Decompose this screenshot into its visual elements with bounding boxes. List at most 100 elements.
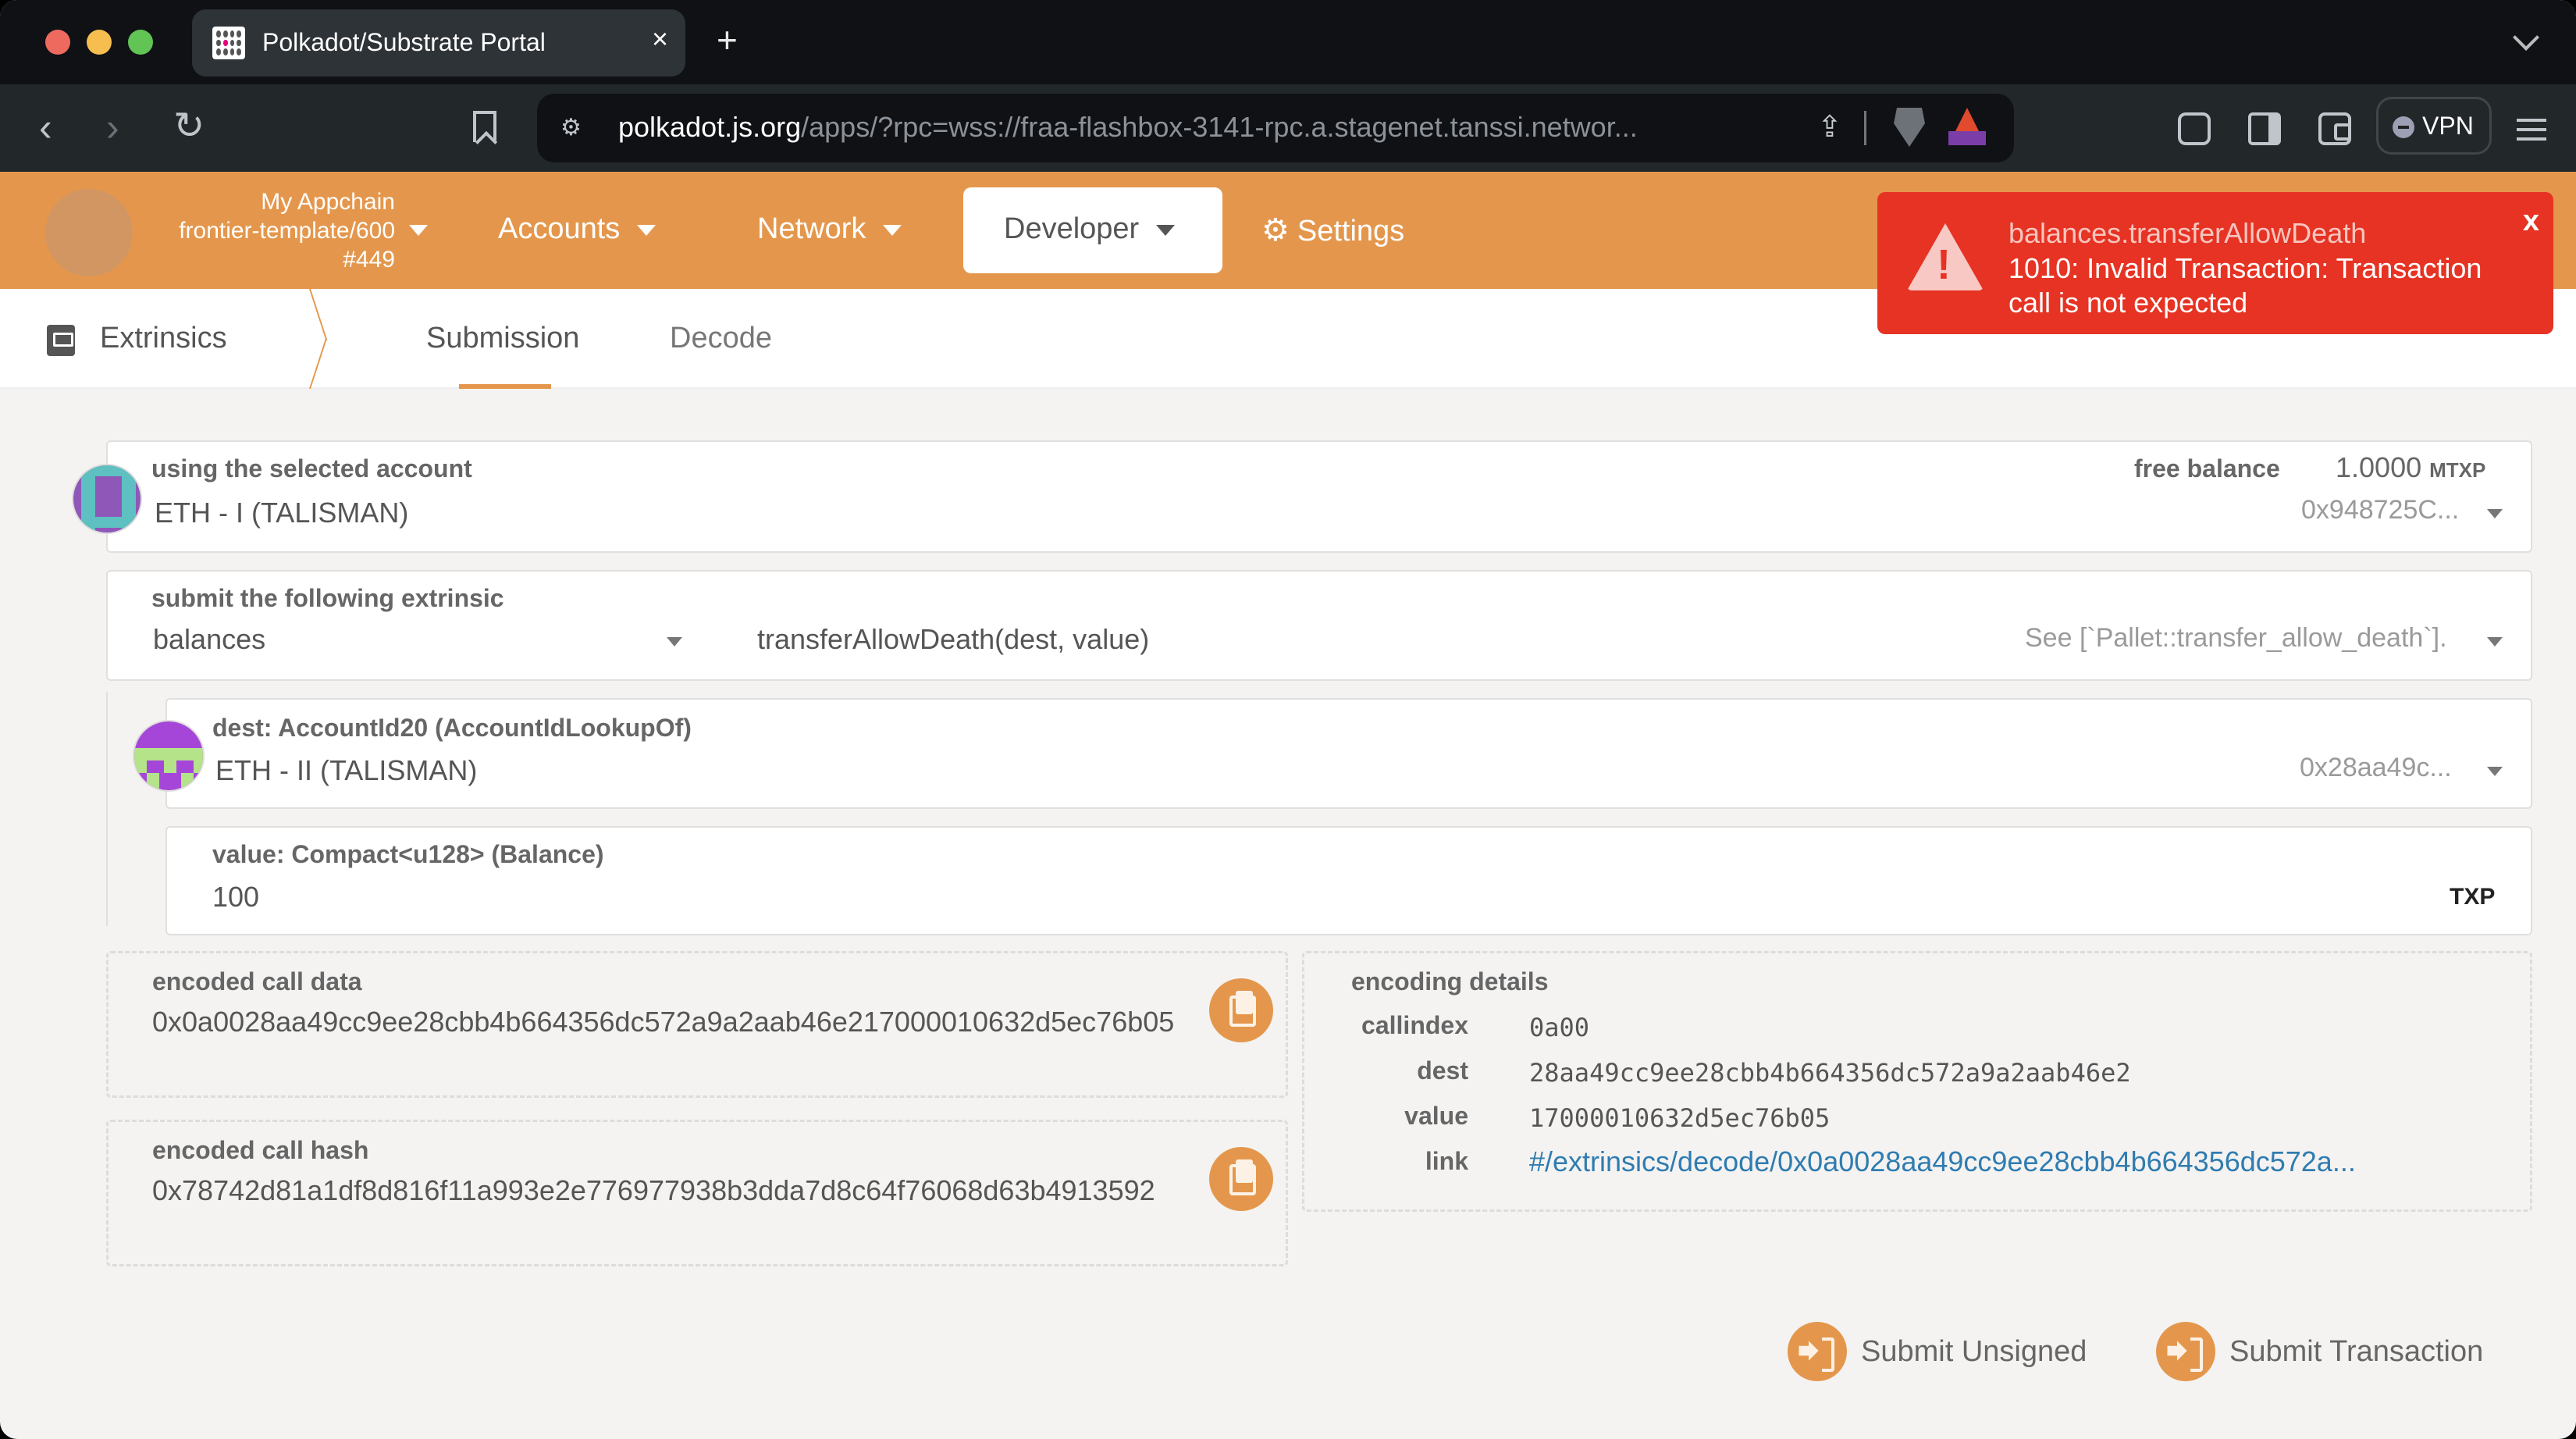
copy-call-hash-button[interactable] — [1209, 1147, 1273, 1211]
bookmark-icon[interactable] — [473, 111, 496, 142]
brave-rewards-icon[interactable] — [1948, 108, 1986, 145]
pallet-select[interactable]: balances — [153, 623, 265, 656]
chain-caret-icon[interactable] — [409, 225, 428, 236]
browser-window: Polkadot/Substrate Portal × + ‹ › ↻ ⚙ po… — [0, 0, 2576, 1439]
value-label: value: Compact<u128> (Balance) — [212, 840, 604, 868]
forward-icon[interactable]: › — [106, 108, 119, 147]
dest-label: dest: AccountId20 (AccountIdLookupOf) — [212, 714, 692, 742]
account-label: using the selected account — [151, 454, 472, 483]
nav-settings[interactable]: ⚙ Settings — [1261, 212, 1404, 248]
value-unit[interactable]: TXP — [2450, 884, 2495, 910]
toast-close-icon[interactable]: x — [2523, 205, 2539, 238]
caret-down-icon — [2487, 767, 2503, 776]
encoding-details: encoding details callindex 0a00 dest 28a… — [1302, 951, 2532, 1212]
reload-icon[interactable]: ↻ — [173, 108, 205, 145]
submit-transaction-label: Submit Transaction — [2229, 1334, 2484, 1368]
account-identicon — [72, 464, 142, 534]
close-window-button[interactable] — [45, 30, 70, 55]
extrinsic-selector: submit the following extrinsic balances … — [106, 570, 2532, 681]
vpn-status-icon — [2393, 116, 2414, 138]
tab-close-icon[interactable]: × — [652, 25, 668, 53]
submit-unsigned-button[interactable]: Submit Unsigned — [1788, 1321, 2087, 1382]
encoded-call-hash-label: encoded call hash — [152, 1136, 369, 1164]
tab-list-chevron-icon[interactable] — [2513, 24, 2539, 51]
chain-name: My Appchain — [261, 189, 395, 215]
new-tab-button[interactable]: + — [717, 22, 738, 58]
chain-logo — [45, 189, 133, 276]
dest-account-name: ETH - II (TALISMAN) — [215, 754, 478, 786]
address-bar[interactable]: ⚙ polkadot.js.org/apps/?rpc=wss://fraa-f… — [537, 94, 2014, 162]
encoded-call-hash: encoded call hash 0x78742d81a1df8d816f11… — [106, 1120, 1288, 1266]
dest-identicon — [133, 720, 205, 792]
chain-spec: frontier-template/600 — [179, 218, 395, 244]
error-toast: balances.transferAllowDeath 1010: Invali… — [1877, 192, 2553, 334]
detail-value: 17000010632d5ec76b05 — [1529, 1103, 1831, 1133]
encoded-call-data: encoded call data 0x0a0028aa49cc9ee28cbb… — [106, 951, 1288, 1098]
free-balance-label: free balance — [2134, 454, 2280, 483]
brave-shields-icon[interactable] — [1894, 108, 1925, 147]
value-param: value: Compact<u128> (Balance) 100 TXP — [165, 826, 2532, 935]
url-text[interactable]: polkadot.js.org/apps/?rpc=wss://fraa-fla… — [618, 111, 1638, 144]
nav-developer[interactable]: Developer — [963, 187, 1222, 273]
vpn-button[interactable]: VPN — [2376, 97, 2492, 155]
balance-unit: MTXP — [2429, 458, 2486, 482]
caret-down-icon[interactable] — [2487, 637, 2503, 646]
maximize-window-button[interactable] — [128, 30, 153, 55]
menu-icon[interactable] — [2517, 119, 2546, 141]
gears-icon: ⚙ — [1261, 213, 1290, 248]
toast-message: 1010: Invalid Transaction: Transaction c… — [2008, 252, 2482, 319]
nav-settings-label: Settings — [1297, 215, 1405, 248]
account-selector[interactable]: using the selected account ETH - I (TALI… — [106, 440, 2532, 553]
call-doc: See [`Pallet::transfer_allow_death`]. — [2025, 623, 2447, 653]
browser-tab[interactable]: Polkadot/Substrate Portal × — [192, 9, 685, 77]
dest-address: 0x28aa49c... — [2300, 753, 2452, 782]
minimize-window-button[interactable] — [87, 30, 112, 55]
caret-down-icon[interactable] — [667, 637, 682, 646]
url-separator — [1864, 111, 1866, 145]
nav-accounts-label: Accounts — [498, 212, 621, 245]
encoded-call-data-label: encoded call data — [152, 967, 362, 996]
vpn-label: VPN — [2422, 112, 2474, 140]
extrinsics-icon — [47, 325, 75, 356]
detail-key: value — [1404, 1102, 1468, 1130]
tab-decode[interactable]: Decode — [670, 322, 772, 355]
caret-down-icon — [2487, 509, 2503, 518]
decode-link[interactable]: #/extrinsics/decode/0x0a0028aa49cc9ee28c… — [1529, 1145, 2356, 1178]
nav-network[interactable]: Network — [757, 212, 902, 246]
polkadot-favicon-icon — [212, 27, 245, 59]
tab-submission[interactable]: Submission — [426, 322, 579, 355]
detail-callindex: 0a00 — [1529, 1013, 1590, 1042]
caret-down-icon — [883, 224, 902, 236]
warning-icon — [1907, 223, 1984, 290]
extensions-icon[interactable] — [2178, 112, 2211, 145]
value-input[interactable]: 100 — [212, 881, 259, 914]
balance-amount: 1.0000 — [2336, 451, 2422, 483]
dest-param[interactable]: dest: AccountId20 (AccountIdLookupOf) ET… — [165, 698, 2532, 809]
chain-selector[interactable]: My Appchain frontier-template/600 #449 — [141, 187, 395, 274]
url-path: /apps/?rpc=wss://fraa-flashbox-3141-rpc.… — [801, 111, 1638, 143]
copy-call-data-button[interactable] — [1209, 978, 1273, 1042]
breadcrumb-divider — [309, 289, 340, 389]
free-balance-value: 1.0000 MTXP — [2336, 451, 2485, 484]
nav-accounts[interactable]: Accounts — [498, 212, 656, 246]
site-settings-icon[interactable]: ⚙ — [560, 114, 582, 141]
sign-in-icon — [2156, 1322, 2215, 1381]
tab-bar: Polkadot/Substrate Portal × + — [0, 0, 2576, 84]
share-icon[interactable]: ⇪ — [1817, 109, 1842, 144]
submit-transaction-button[interactable]: Submit Transaction — [2156, 1321, 2483, 1382]
caret-down-icon — [1156, 224, 1176, 236]
detail-key: callindex — [1361, 1011, 1468, 1039]
sidebar-icon[interactable] — [2248, 112, 2281, 145]
nav-developer-label: Developer — [1004, 212, 1140, 245]
submit-unsigned-label: Submit Unsigned — [1861, 1334, 2087, 1368]
extrinsic-label: submit the following extrinsic — [151, 584, 504, 612]
back-icon[interactable]: ‹ — [39, 108, 52, 147]
account-address: 0x948725C... — [2301, 495, 2460, 525]
chain-block: #449 — [343, 247, 395, 272]
detail-dest: 28aa49cc9ee28cbb4b664356dc572a9a2aab46e2 — [1529, 1058, 2131, 1088]
url-host: polkadot.js.org — [618, 111, 802, 143]
encoded-call-data-value: 0x0a0028aa49cc9ee28cbb4b664356dc572a9a2a… — [152, 1006, 1175, 1038]
call-select[interactable]: transferAllowDeath(dest, value) — [757, 623, 1149, 656]
wallet-icon[interactable] — [2318, 112, 2351, 145]
detail-key: link — [1425, 1147, 1468, 1175]
